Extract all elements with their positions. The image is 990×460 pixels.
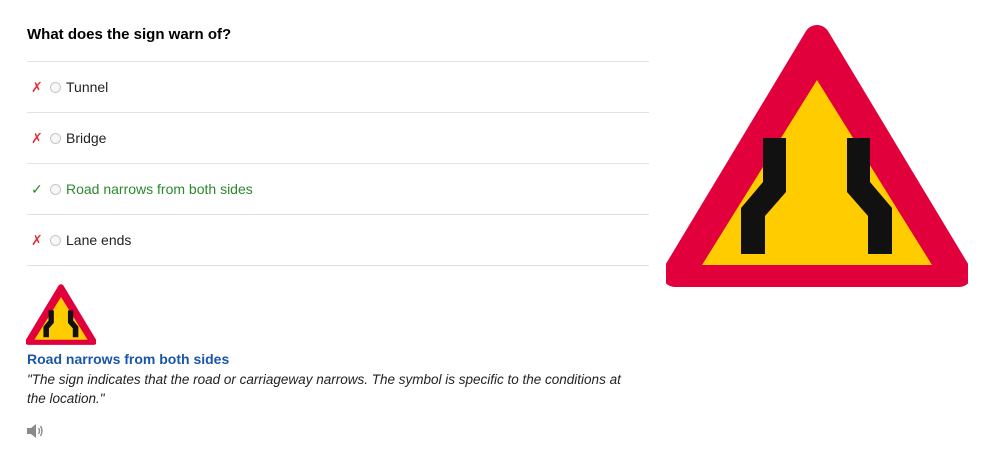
option-label: Road narrows from both sides — [66, 181, 253, 197]
small-road-narrows-sign-icon — [26, 284, 96, 345]
wrong-mark-icon: ✗ — [31, 231, 43, 248]
wrong-mark-icon: ✗ — [31, 78, 43, 95]
radio-button[interactable] — [50, 183, 61, 195]
question-title: What does the sign warn of? — [27, 26, 232, 43]
option-bridge[interactable]: ✗ Bridge — [27, 113, 649, 164]
road-narrows-both-sides-sign — [666, 25, 968, 287]
radio-button[interactable] — [50, 132, 61, 144]
option-lane-ends[interactable]: ✗ Lane ends — [27, 215, 649, 266]
option-road-narrows[interactable]: ✓ Road narrows from both sides — [27, 164, 649, 215]
wrong-mark-icon: ✗ — [31, 129, 43, 146]
correct-check-icon: ✓ — [31, 180, 43, 197]
option-label: Bridge — [66, 130, 107, 146]
radio-button[interactable] — [50, 81, 61, 93]
answer-explanation: "The sign indicates that the road or car… — [27, 372, 621, 406]
speaker-icon[interactable] — [26, 423, 44, 439]
answer-title: Road narrows from both sides — [27, 351, 230, 367]
radio-button[interactable] — [50, 234, 61, 246]
option-label: Lane ends — [66, 232, 132, 248]
option-tunnel[interactable]: ✗ Tunnel — [27, 62, 649, 113]
answer-options-list: ✗ Tunnel ✗ Bridge ✓ Road narrows from bo… — [27, 61, 649, 266]
option-label: Tunnel — [66, 79, 109, 95]
